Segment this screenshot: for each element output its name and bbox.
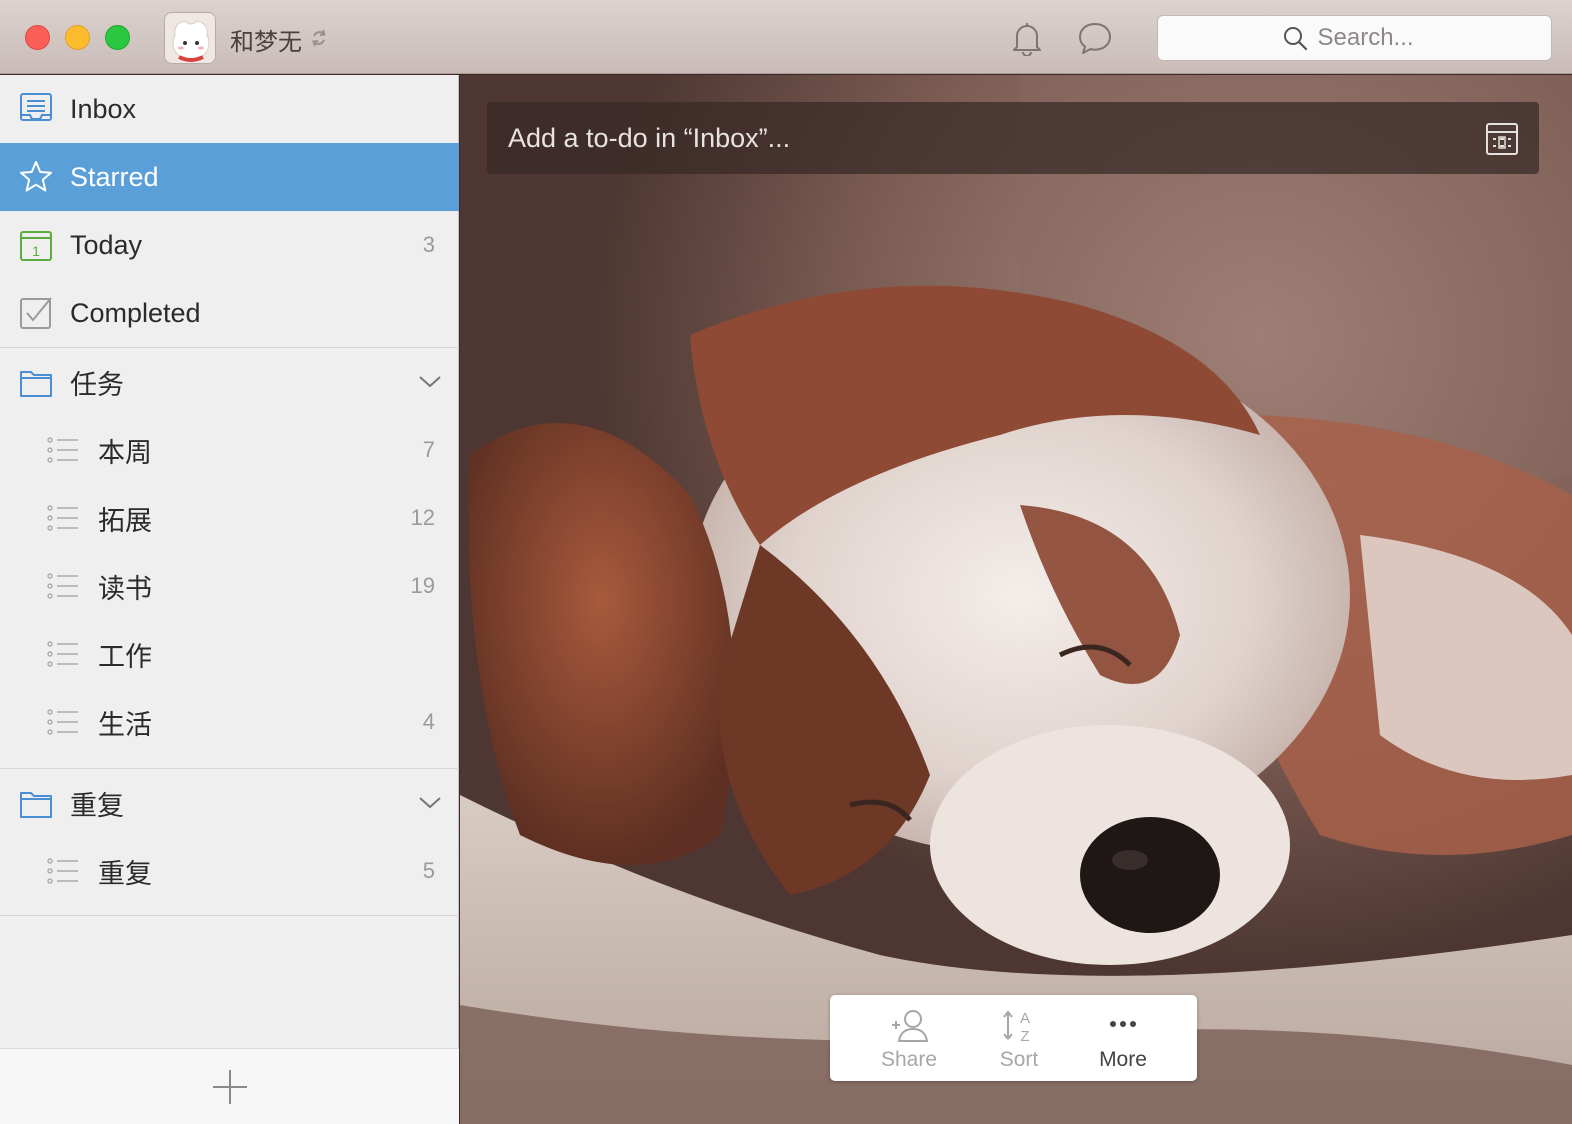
search-input[interactable] [1317, 24, 1428, 52]
svg-text:Z: Z [1020, 1028, 1029, 1045]
list-item-work[interactable]: 工作 [0, 620, 459, 688]
more-dots-icon [1110, 1021, 1136, 1027]
list-item-expand[interactable]: 拓展 12 [0, 484, 459, 552]
more-label: More [1099, 1048, 1147, 1071]
item-count: 7 [422, 437, 435, 462]
chat-icon[interactable] [1077, 20, 1113, 56]
list-label: 拓展 [98, 505, 152, 536]
sidebar-item-label: Today [70, 229, 143, 260]
sort-button[interactable]: A Z Sort [964, 995, 1074, 1081]
sync-icon[interactable] [308, 27, 330, 49]
more-button[interactable]: More [1068, 995, 1178, 1081]
sort-label: Sort [999, 1048, 1039, 1071]
item-count: 3 [422, 232, 435, 257]
item-count: 5 [422, 858, 435, 883]
list-item-reading[interactable]: 读书 19 [0, 552, 459, 620]
svg-text:1: 1 [32, 243, 40, 259]
close-window-button[interactable] [25, 25, 50, 50]
calendar-icon[interactable] [1485, 120, 1519, 156]
sidebar-item-inbox[interactable]: Inbox [0, 75, 459, 143]
avatar-image [165, 13, 215, 63]
item-count: 12 [410, 505, 435, 530]
list-icon [47, 641, 78, 667]
main-content: Share A Z Sort More [460, 75, 1572, 1124]
sidebar-footer [0, 1048, 459, 1124]
zoom-window-button[interactable] [105, 25, 130, 50]
list-label: 重复 [98, 858, 152, 889]
list-item-repeat[interactable]: 重复 5 [0, 837, 459, 905]
search-field[interactable] [1157, 15, 1552, 61]
username[interactable]: 和梦无 [230, 22, 302, 57]
divider [0, 915, 459, 916]
list-toolbar: Share A Z Sort More [830, 995, 1197, 1081]
folder-repeat[interactable]: 重复 [0, 769, 459, 837]
item-count: 19 [410, 573, 435, 598]
title-bar: 和梦无 [0, 0, 1572, 74]
sidebar-item-completed[interactable]: Completed [0, 279, 459, 347]
list-icon [47, 573, 78, 599]
add-todo-input[interactable] [508, 102, 1408, 174]
add-list-button[interactable] [211, 1068, 249, 1106]
list-label: 本周 [98, 437, 152, 468]
share-user-icon [892, 1010, 929, 1042]
list-icon [47, 858, 78, 884]
search-icon [1283, 27, 1307, 51]
bell-icon[interactable] [1010, 20, 1044, 56]
sidebar-item-label: Inbox [70, 93, 137, 124]
inbox-icon [20, 93, 52, 121]
folder-tasks[interactable]: 任务 [0, 348, 459, 416]
calendar-today-icon: 1 [20, 231, 52, 261]
star-icon [20, 161, 52, 192]
sort-az-icon: A Z [1003, 1010, 1030, 1045]
folder-label: 重复 [70, 790, 124, 821]
list-label: 生活 [98, 709, 152, 740]
item-count: 4 [422, 709, 435, 734]
list-icon [47, 437, 78, 463]
list-label: 读书 [98, 573, 152, 604]
list-item-life[interactable]: 生活 4 [0, 688, 459, 756]
list-icon [47, 505, 78, 531]
folder-icon [20, 371, 52, 397]
share-label: Share [880, 1048, 938, 1071]
chevron-down-icon[interactable] [417, 374, 443, 390]
svg-text:A: A [1020, 1010, 1030, 1027]
checkbox-icon [20, 297, 52, 329]
sidebar: Inbox Starred 1 Today 3 Completed 任务 本周 … [0, 75, 459, 1124]
sidebar-item-starred[interactable]: Starred [0, 143, 459, 211]
background-photo [460, 75, 1572, 1124]
folder-label: 任务 [70, 369, 124, 400]
share-button[interactable]: Share [854, 995, 964, 1081]
list-label: 工作 [98, 641, 152, 672]
list-item-this-week[interactable]: 本周 7 [0, 416, 459, 484]
avatar[interactable] [164, 12, 216, 64]
chevron-down-icon[interactable] [417, 795, 443, 811]
folder-icon [20, 792, 52, 818]
sidebar-item-label: Completed [70, 297, 201, 328]
sidebar-item-label: Starred [70, 161, 159, 192]
list-icon [47, 709, 78, 735]
sidebar-item-today[interactable]: 1 Today 3 [0, 211, 459, 279]
add-todo-bar [487, 102, 1539, 174]
minimize-window-button[interactable] [65, 25, 90, 50]
